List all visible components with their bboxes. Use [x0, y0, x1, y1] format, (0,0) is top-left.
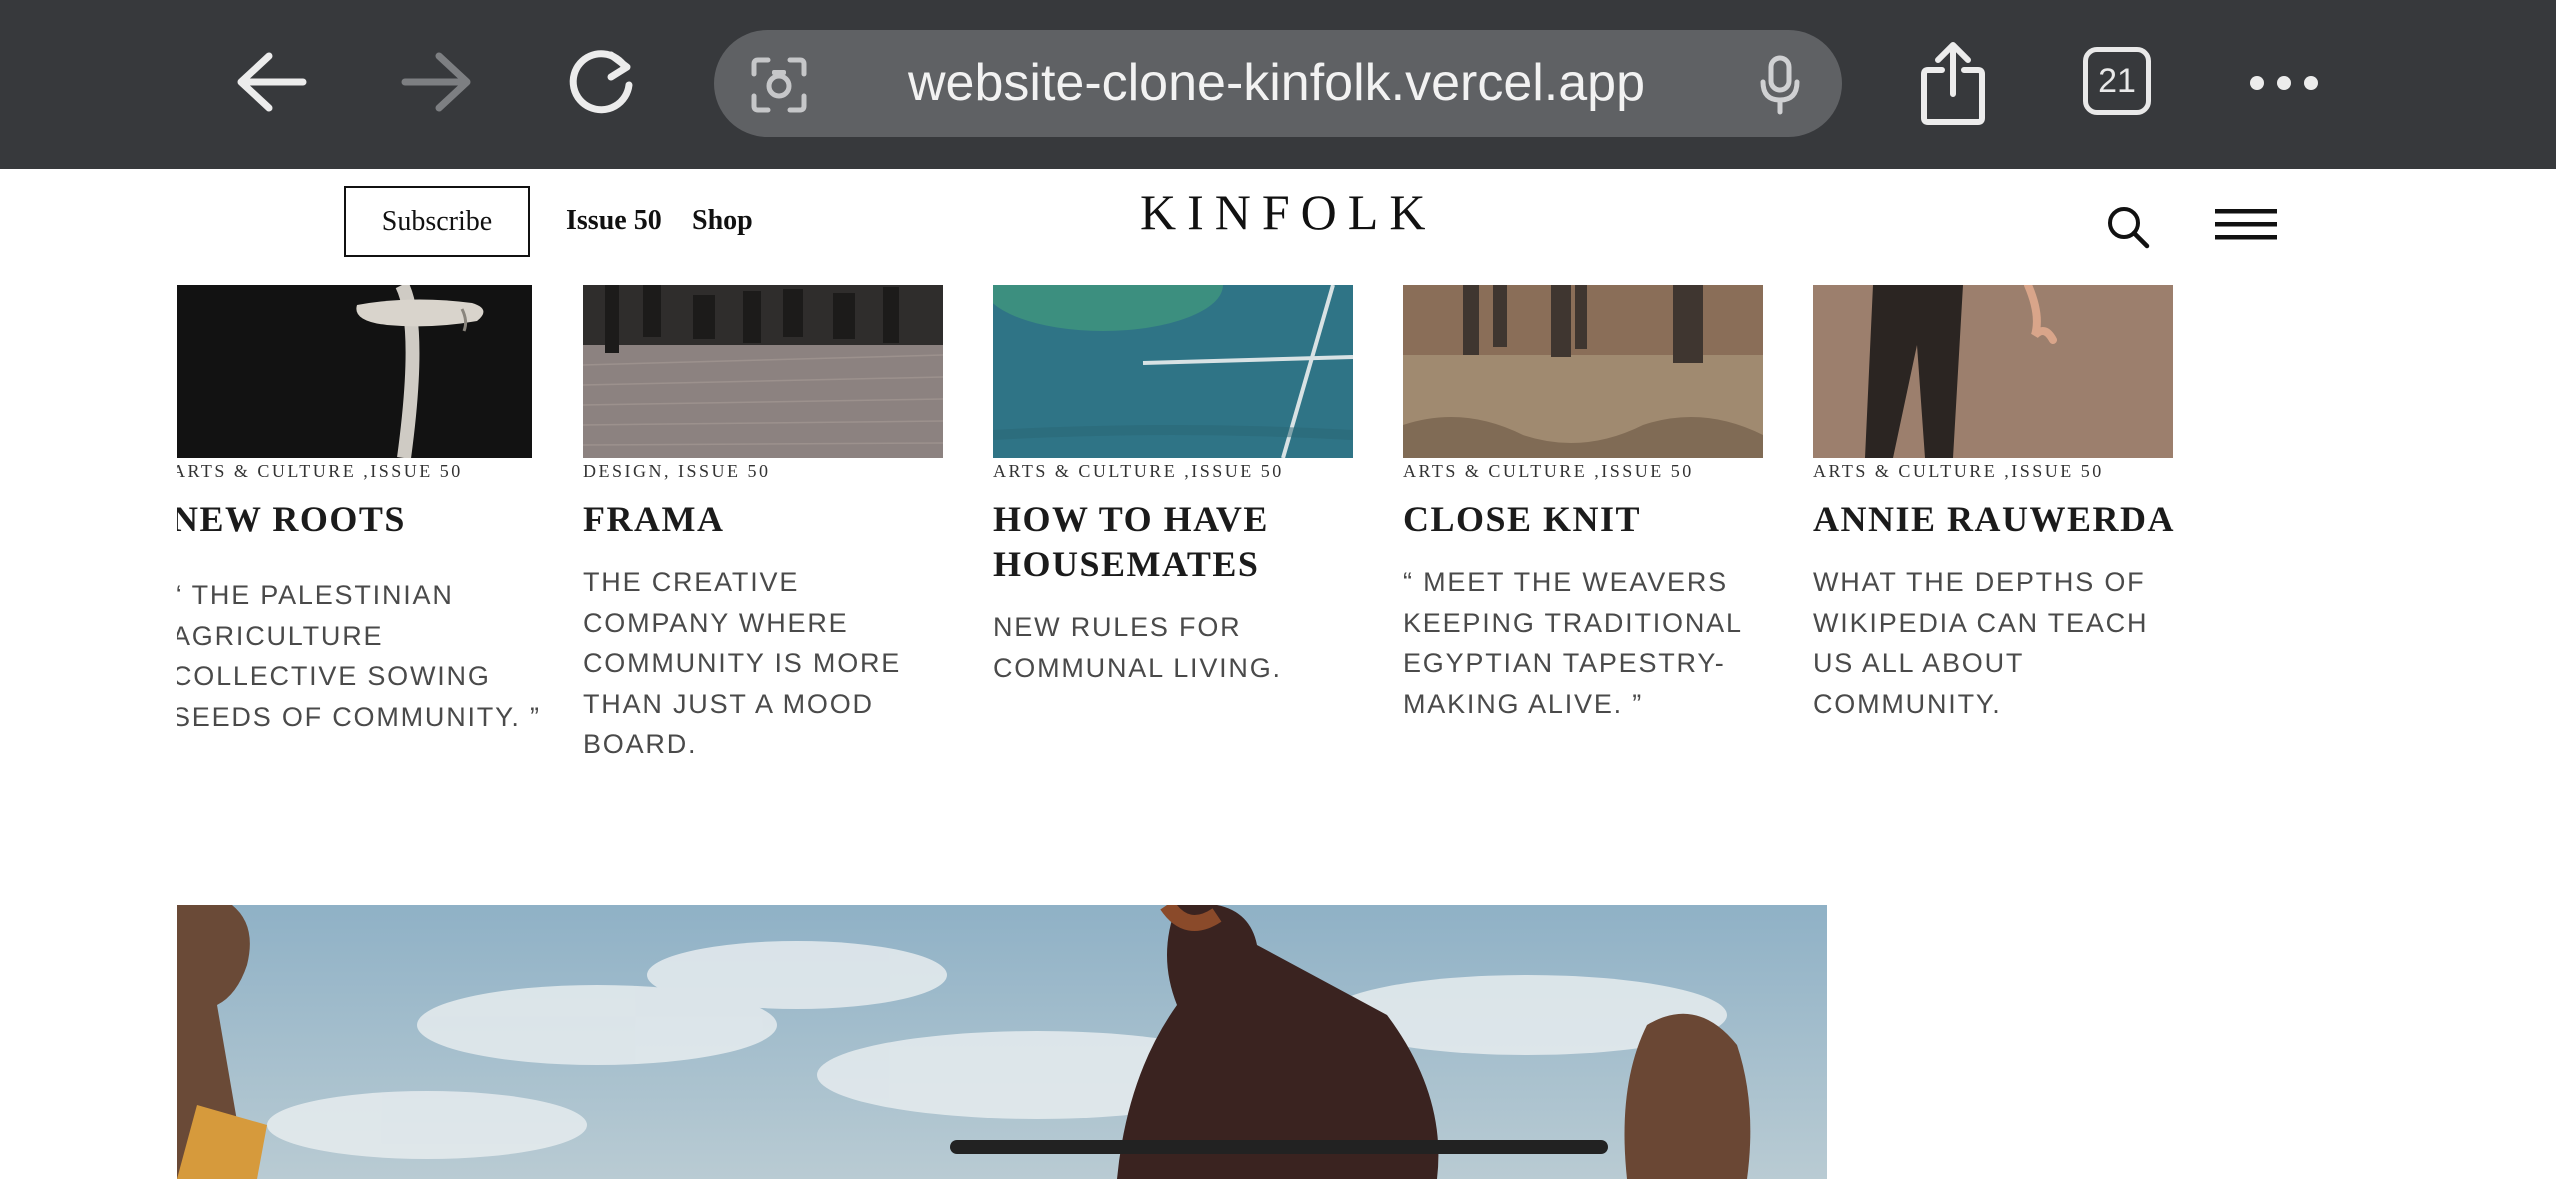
site-header: Subscribe Issue 50 Shop KINFOLK: [0, 169, 2556, 285]
article-description: “ MEET THE WEAVERS KEEPING TRADITIONAL E…: [1403, 567, 1742, 719]
people-sky-image: [177, 905, 1827, 1179]
back-icon: [237, 52, 307, 112]
article-description: NEW RULES FOR COMMUNAL LIVING.: [993, 612, 1282, 683]
article-category: ARTS & CULTURE ,ISSUE 50: [1403, 461, 1694, 481]
article-description: THE CREATIVE COMPANY WHERE COMMUNITY IS …: [583, 567, 902, 759]
menu-icon[interactable]: [2215, 209, 2277, 241]
article-title[interactable]: HOW TO HAVE HOUSEMATES: [993, 497, 1373, 587]
article-title[interactable]: FRAMA: [583, 497, 963, 542]
back-button[interactable]: [230, 42, 310, 122]
article-image-close-knit[interactable]: [1403, 285, 1763, 458]
browser-toolbar: website-clone-kinfolk.vercel.app 21: [0, 0, 2556, 169]
article-title[interactable]: CLOSE KNIT: [1403, 497, 1783, 542]
tabs-button[interactable]: 21: [2083, 47, 2151, 115]
site-logo[interactable]: KINFOLK: [1140, 183, 1436, 241]
tab-count: 21: [2098, 61, 2136, 100]
more-icon: [2250, 76, 2318, 90]
article-category: ARTS & CULTURE ,ISSUE 50: [993, 461, 1284, 481]
home-indicator: [950, 1140, 1608, 1154]
nav-shop[interactable]: Shop: [692, 205, 753, 237]
url-text: website-clone-kinfolk.vercel.app: [908, 54, 1646, 112]
article-category: ARTS & CULTURE ,ISSUE 50: [177, 461, 463, 481]
street-crowd-image: [583, 285, 943, 458]
person-standing-image: [1813, 285, 2173, 458]
microphone-icon[interactable]: [1758, 54, 1802, 116]
article-image-new-roots[interactable]: [177, 285, 532, 458]
forward-icon: [401, 52, 471, 112]
subscribe-button[interactable]: Subscribe: [344, 186, 530, 257]
article-image-annie-rauwerda[interactable]: [1813, 285, 2173, 458]
feature-hero-image[interactable]: [177, 905, 1827, 1179]
teal-tile-image: [993, 285, 1353, 458]
nav-issue-50[interactable]: Issue 50: [566, 205, 662, 237]
address-bar[interactable]: website-clone-kinfolk.vercel.app: [714, 30, 1842, 137]
hand-stem-image: [177, 285, 532, 458]
article-image-frama[interactable]: [583, 285, 943, 458]
share-icon: [1921, 42, 1985, 125]
article-category: DESIGN, ISSUE 50: [583, 461, 771, 481]
reload-icon: [569, 50, 633, 114]
reload-button[interactable]: [562, 42, 642, 122]
search-icon[interactable]: [2106, 205, 2150, 249]
more-button[interactable]: [2246, 60, 2322, 106]
article-image-housemates[interactable]: [993, 285, 1353, 458]
forward-button[interactable]: [398, 42, 478, 122]
article-title[interactable]: NEW ROOTS: [177, 497, 552, 542]
article-category: ARTS & CULTURE ,ISSUE 50: [1813, 461, 2104, 481]
article-description: “ THE PALESTINIAN AGRICULTURE COLLECTIVE…: [177, 580, 541, 732]
visual-search-icon: [751, 57, 807, 113]
articles-carousel: ARTS & CULTURE ,ISSUE 50 NEW ROOTS “ THE…: [177, 285, 2556, 785]
article-description: WHAT THE DEPTHS OF WIKIPEDIA CAN TEACH U…: [1813, 567, 2149, 719]
share-button[interactable]: [1910, 36, 1996, 130]
article-title[interactable]: ANNIE RAUWERDA: [1813, 497, 2193, 542]
desert-village-image: [1403, 285, 1763, 458]
